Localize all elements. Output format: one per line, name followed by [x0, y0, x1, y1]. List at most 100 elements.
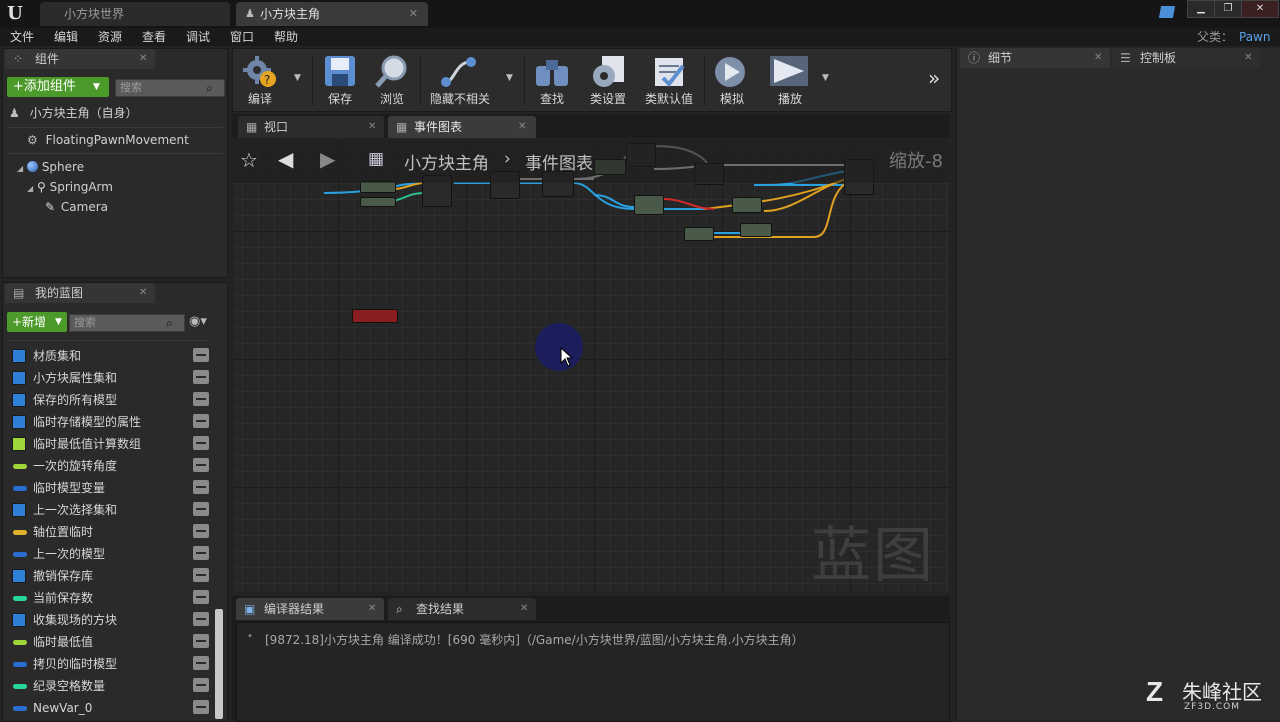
eye-icon[interactable]: ◉▾ [189, 314, 207, 329]
simulate-button[interactable]: 模拟 [710, 52, 754, 108]
variable-row[interactable]: 撤销保存库 [12, 565, 213, 587]
menu-view[interactable]: 查看 [142, 28, 166, 46]
variable-row[interactable]: 收集现场的方块 [12, 609, 213, 631]
event-graph-canvas[interactable]: ☆ ◀ ▶ ▦ 小方块主角 › 事件图表 缩放-8 蓝图 [234, 139, 949, 592]
play-options-dropdown[interactable]: ▼ [822, 73, 829, 83]
close-icon[interactable]: ✕ [1244, 48, 1252, 68]
class-defaults-button[interactable]: 类默认值 [642, 52, 696, 108]
close-icon[interactable]: ✕ [368, 598, 376, 620]
tab-compiler-results[interactable]: ▣ 编译器结果 ✕ [236, 598, 384, 620]
my-blueprint-search-input[interactable]: 搜索 ⌕ [69, 314, 185, 332]
window-tab-character[interactable]: ♟ 小方块主角 ✕ [236, 2, 428, 26]
close-icon[interactable]: ✕ [518, 116, 526, 138]
graph-node[interactable] [740, 223, 772, 237]
forward-arrow-icon[interactable]: ▶ [320, 147, 335, 171]
variable-row[interactable]: 小方块属性集和 [12, 367, 213, 389]
add-component-button[interactable]: +添加组件 ▼ [7, 77, 109, 97]
variable-row[interactable]: 拷贝的临时模型 [13, 653, 213, 675]
visibility-toggle-icon[interactable] [193, 348, 209, 362]
maximize-button[interactable]: ❐ [1214, 0, 1242, 18]
variable-row[interactable]: 一次的旋转角度 [13, 455, 213, 477]
menu-file[interactable]: 文件 [10, 28, 34, 46]
event-node[interactable] [352, 309, 398, 323]
visibility-toggle-icon[interactable] [193, 590, 209, 604]
parent-class-link[interactable]: Pawn [1239, 28, 1270, 46]
components-search-input[interactable]: 搜索 ⌕ [115, 79, 225, 97]
menu-asset[interactable]: 资源 [98, 28, 122, 46]
visibility-toggle-icon[interactable] [193, 502, 209, 516]
variable-row[interactable]: 上一次的模型 [13, 543, 213, 565]
graph-node[interactable] [732, 197, 762, 213]
graph-node[interactable] [360, 197, 396, 207]
menu-help[interactable]: 帮助 [274, 28, 298, 46]
visibility-toggle-icon[interactable] [193, 392, 209, 406]
class-settings-button[interactable]: 类设置 [584, 52, 632, 108]
minimize-button[interactable]: ▁ [1187, 0, 1215, 18]
visibility-toggle-icon[interactable] [193, 370, 209, 384]
star-icon[interactable]: ☆ [240, 148, 258, 172]
visibility-toggle-icon[interactable] [193, 436, 209, 450]
play-button[interactable]: 播放 [764, 52, 816, 108]
visibility-toggle-icon[interactable] [193, 546, 209, 560]
graph-node[interactable] [684, 227, 714, 241]
expand-arrow-icon[interactable]: ◢ [27, 184, 33, 193]
save-button[interactable]: 保存 [318, 52, 362, 108]
menu-debug[interactable]: 调试 [186, 28, 210, 46]
variable-row[interactable]: 保存的所有模型 [12, 389, 213, 411]
visibility-toggle-icon[interactable] [193, 480, 209, 494]
close-icon[interactable]: ✕ [139, 283, 147, 303]
add-new-button[interactable]: +新增 ▼ [7, 312, 67, 332]
close-icon[interactable]: ✕ [139, 49, 147, 69]
menu-window[interactable]: 窗口 [230, 28, 254, 46]
visibility-toggle-icon[interactable] [193, 612, 209, 626]
tab-components[interactable]: ⁘ 组件 ✕ [5, 49, 155, 69]
variable-row[interactable]: 上一次选择集和 [12, 499, 213, 521]
tab-viewport[interactable]: ▦ 视口 ✕ [238, 116, 384, 138]
close-window-button[interactable]: ✕ [1241, 0, 1279, 18]
component-self-row[interactable]: ♟ 小方块主角（自身） [9, 103, 138, 123]
component-row-sphere[interactable]: ◢ Sphere [17, 157, 84, 177]
visibility-toggle-icon[interactable] [193, 414, 209, 428]
window-tab-world[interactable]: 小方块世界 [40, 2, 230, 26]
back-arrow-icon[interactable]: ◀ [278, 147, 293, 171]
scrollbar-thumb[interactable] [215, 609, 223, 719]
tab-my-blueprint[interactable]: ▤ 我的蓝图 ✕ [5, 283, 155, 303]
browse-button[interactable]: 浏览 [370, 52, 414, 108]
component-row-springarm[interactable]: ◢ ⚲ SpringArm [27, 177, 113, 197]
variable-row[interactable]: 纪录空格数量 [13, 675, 213, 697]
visibility-toggle-icon[interactable] [193, 568, 209, 582]
breadcrumb-root[interactable]: 小方块主角 [404, 149, 489, 174]
variable-row[interactable]: 当前保存数 [13, 587, 213, 609]
component-row-camera[interactable]: ✎ Camera [45, 197, 108, 217]
variable-row[interactable]: 临时模型变量 [13, 477, 213, 499]
component-row-movement[interactable]: ⚙ FloatingPawnMovement [27, 130, 189, 150]
visibility-toggle-icon[interactable] [193, 678, 209, 692]
feedback-icon[interactable] [1158, 6, 1176, 18]
compile-button[interactable]: ? 编译 [238, 52, 282, 108]
close-icon[interactable]: ✕ [1094, 48, 1102, 68]
tab-details[interactable]: ⓘ 细节 ✕ [960, 48, 1110, 68]
variable-row[interactable]: 轴位置临时 [13, 521, 213, 543]
close-icon[interactable]: ✕ [368, 116, 376, 138]
visibility-toggle-icon[interactable] [193, 656, 209, 670]
close-icon[interactable]: ✕ [520, 598, 528, 620]
expand-arrow-icon[interactable]: ◢ [17, 164, 23, 173]
visibility-toggle-icon[interactable] [193, 634, 209, 648]
variable-row[interactable]: 临时最低值 [13, 631, 213, 653]
close-icon[interactable]: ✕ [409, 2, 418, 26]
menu-edit[interactable]: 编辑 [54, 28, 78, 46]
variable-row[interactable]: NewVar_0 [13, 697, 213, 719]
visibility-toggle-icon[interactable] [193, 458, 209, 472]
tab-palette[interactable]: ☰ 控制板 ✕ [1112, 48, 1260, 68]
variable-row[interactable]: 临时最低值计算数组 [12, 433, 213, 455]
toolbar-overflow-icon[interactable]: » [928, 66, 940, 90]
visibility-toggle-icon[interactable] [193, 700, 209, 714]
tab-find-results[interactable]: ⌕ 查找结果 ✕ [388, 598, 536, 620]
tab-event-graph[interactable]: ▦ 事件图表 ✕ [388, 116, 536, 138]
variable-row[interactable]: 临时存储模型的属性 [12, 411, 213, 433]
graph-node[interactable] [634, 195, 664, 215]
compile-options-dropdown[interactable]: ▼ [294, 73, 301, 83]
find-button[interactable]: 查找 [530, 52, 574, 108]
hide-options-dropdown[interactable]: ▼ [506, 73, 513, 83]
variable-row[interactable]: 材质集和 [12, 345, 213, 367]
